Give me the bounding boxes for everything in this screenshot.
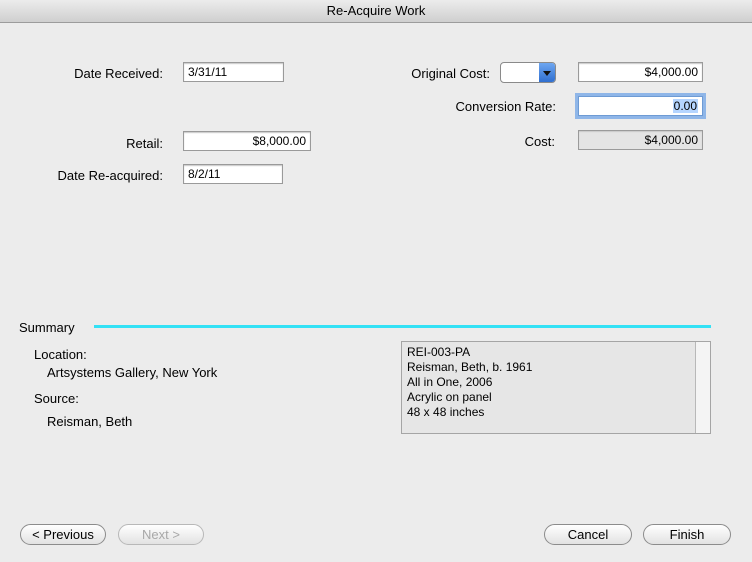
summary-divider <box>94 325 711 328</box>
cancel-button[interactable]: Cancel <box>544 524 632 545</box>
previous-button[interactable]: < Previous <box>20 524 106 545</box>
location-label: Location: <box>34 347 87 362</box>
detail-line: Acrylic on panel <box>407 390 492 404</box>
conversion-rate-label: Conversion Rate: <box>455 99 556 114</box>
source-value: Reisman, Beth <box>47 414 133 429</box>
date-received-field[interactable]: 3/31/11 <box>183 62 284 82</box>
details-scrollbar[interactable] <box>695 342 710 433</box>
window-title-bar: Re-Acquire Work <box>0 0 752 23</box>
detail-line: REI-003-PA <box>407 345 471 359</box>
retail-field[interactable]: $8,000.00 <box>183 131 311 151</box>
next-button[interactable]: Next > <box>118 524 204 545</box>
detail-line: Reisman, Beth, b. 1961 <box>407 360 533 374</box>
cost-label: Cost: <box>524 134 555 149</box>
date-received-label: Date Received: <box>74 66 163 81</box>
conversion-rate-field[interactable]: 0.00 <box>578 96 703 116</box>
date-reacquired-field[interactable]: 8/2/11 <box>183 164 283 184</box>
retail-label: Retail: <box>126 136 163 151</box>
source-label: Source: <box>34 391 79 406</box>
detail-line: 48 x 48 inches <box>407 405 485 419</box>
cost-field: $4,000.00 <box>578 130 703 150</box>
detail-line: All in One, 2006 <box>407 375 493 389</box>
date-reacquired-label: Date Re-acquired: <box>57 168 164 183</box>
chevron-down-icon[interactable] <box>539 63 555 82</box>
currency-popup[interactable] <box>500 62 556 83</box>
original-cost-field[interactable]: $4,000.00 <box>578 62 703 82</box>
conversion-rate-value: 0.00 <box>672 99 698 113</box>
work-details-box: REI-003-PA Reisman, Beth, b. 1961 All in… <box>401 341 711 434</box>
finish-button[interactable]: Finish <box>643 524 731 545</box>
location-value: Artsystems Gallery, New York <box>47 365 218 380</box>
summary-heading: Summary <box>19 320 75 335</box>
original-cost-label: Original Cost: <box>411 66 490 81</box>
window-title: Re-Acquire Work <box>326 3 426 18</box>
